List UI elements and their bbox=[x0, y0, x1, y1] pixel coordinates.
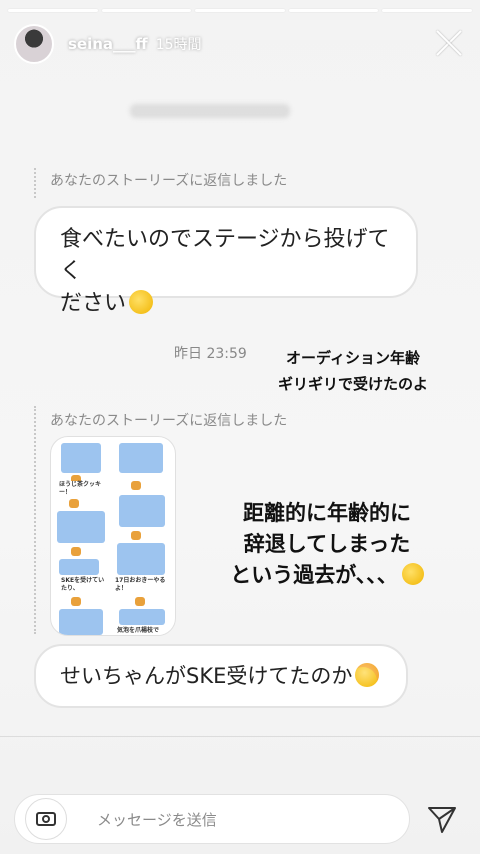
story-image-thumbnail[interactable]: ほうじ茶クッキー！ SKEを受けていたり、 17日おおきーやるよ！ 気泡を爪楊枝… bbox=[50, 436, 176, 636]
story-overlay-text: 距離的に年齢的に 辞退してしまった という過去が、、、 bbox=[196, 498, 458, 591]
message-text-line: 食べたいのでステージから投げてく bbox=[60, 227, 390, 284]
message-bubble[interactable]: 食べたいのでステージから投げてく ださい bbox=[34, 206, 418, 316]
image-caption: 気泡を爪楊枝で bbox=[117, 627, 171, 635]
message-bubble[interactable]: せいちゃんがSKE受けてたのか bbox=[34, 644, 408, 708]
progress-segment bbox=[8, 9, 98, 12]
time-ago: 15時間 bbox=[155, 37, 202, 53]
message-text-line: ださい bbox=[60, 291, 127, 316]
message-composer[interactable]: メッセージを送信 bbox=[14, 794, 410, 844]
faded-timestamp bbox=[130, 104, 290, 118]
message-input[interactable]: メッセージを送信 bbox=[97, 809, 217, 830]
story-progress-bar bbox=[8, 9, 472, 12]
overlay-line: 距離的に年齢的に bbox=[243, 501, 411, 525]
progress-segment bbox=[195, 9, 285, 12]
overlay-line: ギリギリで受けたのよ bbox=[277, 375, 428, 393]
message-text: せいちゃんがSKE受けてたのか bbox=[60, 664, 353, 688]
shushing-emoji-icon bbox=[401, 563, 424, 585]
overlay-line: 辞退してしまった bbox=[243, 532, 411, 556]
message-timestamp: 昨日 23:59 bbox=[174, 346, 247, 362]
reply-label: あなたのストーリーズに返信しました bbox=[50, 413, 288, 429]
reply-label: あなたのストーリーズに返信しました bbox=[50, 173, 288, 189]
username[interactable]: seina___ff bbox=[68, 35, 148, 53]
divider bbox=[0, 736, 480, 737]
progress-segment bbox=[382, 9, 472, 12]
laughing-emoji-icon bbox=[129, 290, 154, 314]
story-header: seina___ff 15時間 bbox=[14, 22, 466, 66]
avatar[interactable] bbox=[14, 24, 54, 64]
progress-segment bbox=[101, 9, 192, 12]
progress-segment bbox=[288, 9, 379, 12]
overlay-line: という過去が、、、 bbox=[230, 563, 398, 587]
camera-icon[interactable] bbox=[25, 798, 67, 840]
reply-guide-line bbox=[34, 406, 36, 634]
image-caption: SKEを受けていたり、 bbox=[61, 577, 107, 593]
flushed-emoji-icon bbox=[355, 663, 380, 687]
image-caption: ほうじ茶クッキー！ bbox=[59, 481, 109, 497]
story-overlay-text: オーディション年齢 ギリギリで受けたのよ bbox=[258, 345, 448, 397]
reply-guide-line bbox=[34, 168, 36, 198]
image-caption: 17日おおきーやるよ！ bbox=[115, 577, 167, 593]
close-icon[interactable] bbox=[432, 26, 466, 60]
overlay-line: オーディション年齢 bbox=[286, 349, 420, 367]
send-icon[interactable] bbox=[426, 804, 458, 836]
